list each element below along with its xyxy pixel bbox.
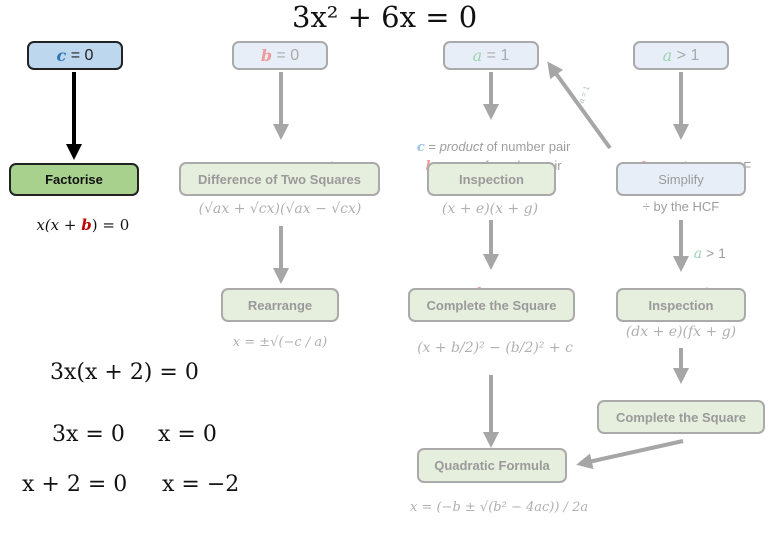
var-a: a: [693, 246, 703, 262]
formula-factorise: x(x + b) = 0: [28, 199, 129, 234]
var-c: c: [56, 46, 67, 65]
method-inspection-a-greater-one[interactable]: Inspection: [616, 288, 746, 322]
method-label: Rearrange: [247, 297, 313, 313]
method-difference-of-two-squares[interactable]: Difference of Two Squares: [179, 162, 380, 196]
branch-a-greater-one: a > 1: [686, 229, 726, 262]
formula-part: x(x +: [36, 216, 82, 234]
method-rearrange[interactable]: Rearrange: [221, 288, 339, 322]
formula-dots: (√ax + √cx)(√ax − √cx): [198, 201, 362, 217]
condition-a-one[interactable]: a = 1: [443, 41, 539, 70]
method-label: Quadratic Formula: [434, 458, 550, 473]
condition-a-greater-one[interactable]: a > 1: [633, 41, 729, 70]
var-a: a: [472, 46, 483, 65]
formula-inspection: (x + e)(x + g): [441, 201, 539, 217]
method-label: Complete the Square: [615, 409, 747, 425]
method-label: Inspection: [648, 297, 714, 313]
working-line-2b: x = 0: [158, 422, 217, 447]
note-divide-hcf: ÷ by the HCF: [642, 199, 720, 214]
equation-title: 3x² + 6x = 0: [292, 0, 478, 34]
condition-b-zero[interactable]: b = 0: [232, 41, 328, 70]
var-b: b: [81, 216, 92, 234]
method-simplify[interactable]: Simplify: [616, 162, 746, 196]
var-b: b: [260, 46, 273, 65]
method-complete-the-square[interactable]: Complete the Square: [408, 288, 575, 322]
method-complete-the-square-a-greater-one[interactable]: Complete the Square: [597, 400, 765, 434]
working-line-2a: 3x = 0: [52, 422, 125, 447]
condition-rest: = 0: [272, 46, 300, 64]
method-inspection[interactable]: Inspection: [427, 162, 556, 196]
condition-rest: = 0: [66, 46, 94, 64]
method-label: Simplify: [658, 171, 704, 187]
condition-rest: > 1: [672, 46, 700, 64]
formula-rearrange: x = ±√(−c / a): [232, 335, 328, 350]
method-factorise[interactable]: Factorise: [9, 163, 139, 196]
condition-c-zero[interactable]: c = 0: [27, 41, 123, 70]
formula-complete-the-square: (x + b/2)² − (b/2)² + c: [417, 340, 573, 356]
working-line-3b: x = −2: [162, 472, 240, 497]
working-line-3a: x + 2 = 0: [22, 472, 128, 497]
formula-part: ) = 0: [91, 216, 130, 234]
branch-text: > 1: [702, 245, 726, 261]
condition-rest: = 1: [482, 46, 510, 64]
formula-inspection-a-greater-one: (dx + e)(fx + g): [625, 324, 737, 340]
formula-quadratic: x = (−b ± √(b² − 4ac)) / 2a: [410, 500, 589, 515]
var-a: a: [662, 46, 673, 65]
method-quadratic-formula[interactable]: Quadratic Formula: [417, 448, 567, 483]
arrow-cts2-to-quadratic: [576, 439, 684, 470]
method-label: Difference of Two Squares: [197, 171, 361, 187]
method-label: Complete the Square: [426, 297, 557, 313]
method-label: Factorise: [45, 172, 103, 187]
method-label: Inspection: [458, 171, 524, 187]
working-line-1: 3x(x + 2) = 0: [50, 360, 199, 385]
